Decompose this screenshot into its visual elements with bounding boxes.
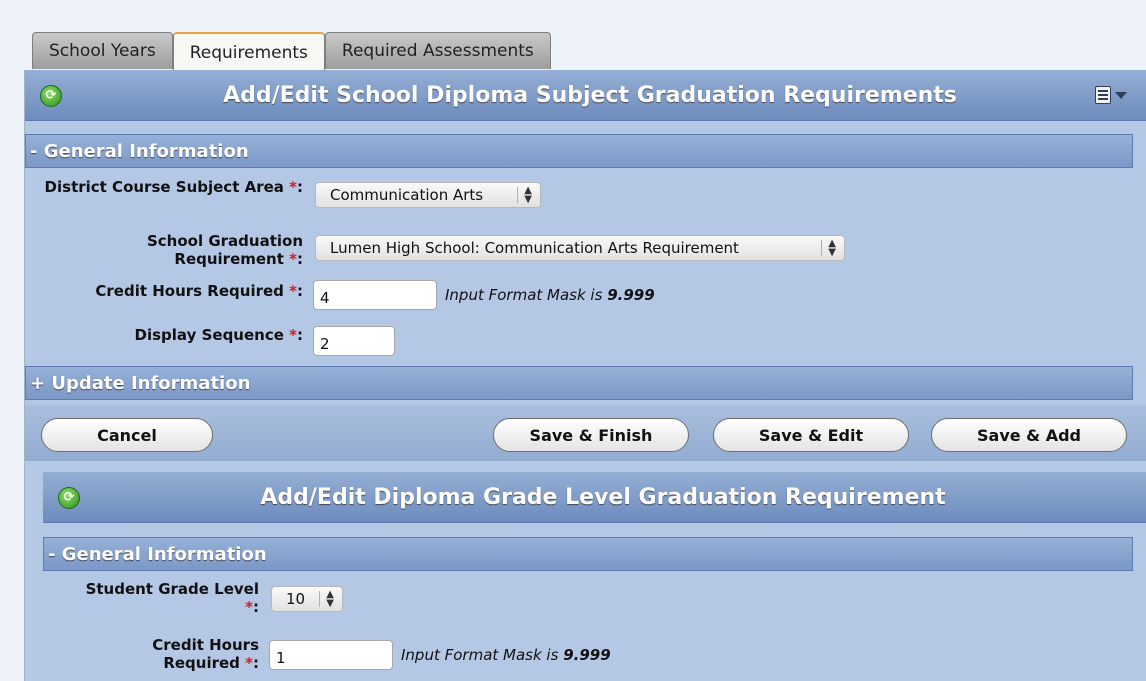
tab-requirements[interactable]: Requirements [172,32,325,72]
sub-credit-hours-label: Credit Hours Required *: [152,636,259,672]
credit-hours-mask-hint: Input Format Mask is 9.999 [445,286,655,304]
cancel-button[interactable]: Cancel [41,418,213,452]
panel-header: ⟳ Add/Edit School Diploma Subject Gradua… [25,70,1146,121]
refresh-icon[interactable]: ⟳ [58,487,80,509]
general-information-toggle[interactable]: - General Information [25,134,1133,168]
save-finish-button[interactable]: Save & Finish [493,418,689,452]
subject-area-select[interactable]: Communication Arts ▲ ▼ [315,182,541,208]
main-panel: ⟳ Add/Edit School Diploma Subject Gradua… [24,70,1146,681]
panel-menu-icon[interactable] [1095,84,1135,106]
tab-school-years[interactable]: School Years [32,32,173,69]
grad-requirement-select[interactable]: Lumen High School: Communication Arts Re… [315,235,845,261]
tab-required-assessments[interactable]: Required Assessments [324,32,551,69]
display-sequence-input[interactable]: 2 [313,326,395,356]
credit-hours-label: Credit Hours Required *: [95,282,303,300]
save-add-button[interactable]: Save & Add [931,418,1127,452]
subpanel-title: Add/Edit Diploma Grade Level Graduation … [260,484,946,510]
grade-level-select[interactable]: 10 ▲ ▼ [271,586,343,612]
grad-requirement-label: School Graduation Requirement *: [146,232,303,268]
subject-area-label: District Course Subject Area *: [44,178,303,196]
save-edit-button[interactable]: Save & Edit [713,418,909,452]
button-row: Cancel Save & Finish Save & Edit Save & … [25,405,1146,461]
panel-title: Add/Edit School Diploma Subject Graduati… [223,82,957,108]
update-information-toggle[interactable]: + Update Information [25,366,1133,400]
credit-hours-input[interactable]: 4 [313,280,437,310]
subpanel-header: ⟳ Add/Edit Diploma Grade Level Graduatio… [43,472,1146,523]
sub-credit-hours-mask-hint: Input Format Mask is 9.999 [401,646,611,664]
refresh-icon[interactable]: ⟳ [40,85,62,107]
sub-credit-hours-input[interactable]: 1 [269,640,393,670]
sub-general-information-toggle[interactable]: - General Information [43,537,1133,571]
grade-level-subpanel: ⟳ Add/Edit Diploma Grade Level Graduatio… [43,472,1146,681]
grade-level-label: Student Grade Level *: [85,580,259,616]
tab-strip: School Years Requirements Required Asses… [32,32,551,72]
display-sequence-label: Display Sequence *: [134,326,303,344]
